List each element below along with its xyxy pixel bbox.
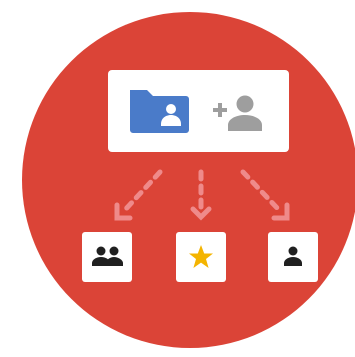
illustration-canvas (22, 12, 355, 348)
shared-folder-icon (130, 90, 189, 133)
shared-folder-illustration (0, 0, 355, 357)
red-circle-background (22, 12, 355, 348)
tile-group (82, 232, 132, 282)
